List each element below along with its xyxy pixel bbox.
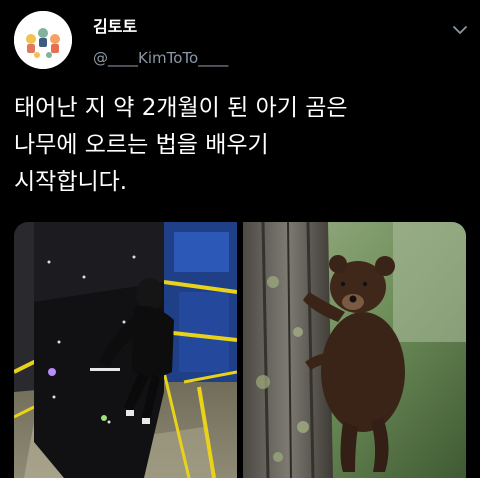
photo-bear-cub[interactable] [243,222,466,478]
user-handle[interactable]: @____KimToTo____ [93,48,228,68]
avatar-image [14,11,72,69]
avatar[interactable] [14,11,72,69]
display-name[interactable]: 김토토 [93,17,137,37]
media-grid [14,222,466,478]
tweet: 김토토 @____KimToTo____ 태어난 지 약 2개월이 된 아기 곰… [0,0,480,478]
photo-person-climbing[interactable] [14,222,237,478]
chevron-down-icon[interactable] [450,20,470,40]
tweet-text: 태어난 지 약 2개월이 된 아기 곰은 나무에 오르는 법을 배우기 시작합니… [14,95,348,195]
